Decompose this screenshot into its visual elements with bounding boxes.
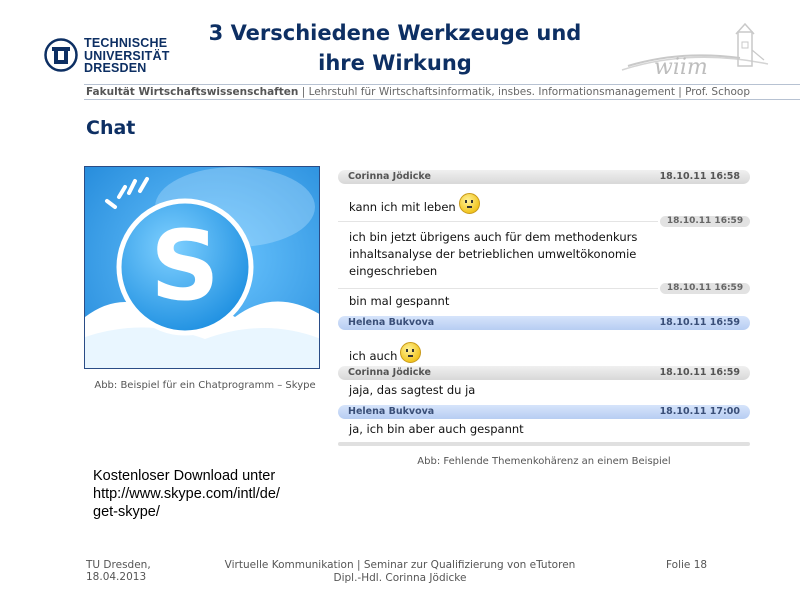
sender-name: Corinna Jödicke [348, 171, 431, 182]
sender-name: Corinna Jödicke [348, 367, 431, 378]
slide-title-line-1: 3 Verschiedene Werkzeuge und [208, 21, 582, 45]
faculty-name: Fakultät Wirtschaftswissenschaften [86, 86, 299, 98]
sender-name: Helena Bukvova [348, 406, 435, 417]
footer-center: Virtuelle Kommunikation | Seminar zur Qu… [190, 559, 610, 585]
message-time: 18.10.11 16:59 [660, 216, 750, 227]
slide-title: 3 Verschiedene Werkzeuge und ihre Wirkun… [170, 18, 620, 78]
section-title: Chat [86, 117, 136, 139]
chat-sender-header: Helena Bukvova 18.10.11 17:00 [338, 405, 750, 419]
svg-text:S: S [150, 210, 219, 322]
faculty-line: Fakultät Wirtschaftswissenschaften | Leh… [86, 86, 750, 98]
chat-sender-header: Corinna Jödicke 18.10.11 16:59 [338, 366, 750, 380]
slide-title-line-2: ihre Wirkung [318, 51, 472, 75]
header-divider-bottom [84, 99, 800, 100]
chat-message: bin mal gespannt [349, 294, 450, 308]
footer-date: 18.04.2013 [86, 571, 147, 583]
chat-sender-header: Helena Bukvova 18.10.11 16:59 [338, 316, 750, 330]
download-link-continued[interactable]: get-skype/ [93, 503, 280, 521]
chat-message: kann ich mit leben [338, 193, 750, 216]
message-time: 18.10.11 16:59 [659, 367, 740, 378]
wiim-logo-text: wiim [654, 55, 708, 80]
message-time: 18.10.11 16:58 [659, 171, 740, 182]
chat-bottom-edge [338, 442, 750, 446]
chat-message: ich bin jetzt übrigens auch für dem meth… [349, 230, 638, 244]
footer-course: Virtuelle Kommunikation | Seminar zur Qu… [224, 559, 576, 571]
logo-line-1: TECHNISCHE [84, 36, 168, 50]
skype-logo-image: S [84, 166, 320, 369]
smiley-icon [400, 342, 422, 363]
chair-name: | Lehrstuhl für Wirtschaftsinformatik, i… [301, 86, 751, 98]
chat-transcript: Corinna Jödicke 18.10.11 16:58 kann ich … [338, 166, 750, 448]
message-text: kann ich mit leben [349, 200, 456, 214]
header-divider-top [84, 84, 800, 85]
sender-name: Helena Bukvova [348, 317, 435, 328]
chat-caption: Abb: Fehlende Themenkohärenz an einem Be… [417, 456, 671, 467]
logo-line-3: DRESDEN [84, 61, 147, 75]
chat-message: ich auch [338, 342, 750, 365]
tu-dresden-logo-icon [44, 38, 78, 72]
footer-author: Dipl.-Hdl. Corinna Jödicke [333, 572, 467, 584]
chat-message: ja, ich bin aber auch gespannt [349, 422, 524, 436]
chat-message: jaja, das sagtest du ja [349, 383, 476, 397]
smiley-icon [458, 193, 480, 214]
message-time: 18.10.11 17:00 [659, 406, 740, 417]
download-note: Kostenloser Download unter http://www.sk… [93, 467, 280, 521]
chat-message: eingeschrieben [349, 264, 438, 278]
wiim-logo-icon: wiim [621, 22, 769, 80]
slide-number: Folie 18 [666, 559, 708, 571]
skype-caption: Abb: Beispiel für ein Chatprogramm – Sky… [94, 380, 316, 391]
footer-left: TU Dresden, 18.04.2013 [86, 559, 151, 583]
download-line-1: Kostenloser Download unter [93, 468, 276, 484]
skype-logo-icon: S [85, 167, 319, 368]
footer-org: TU Dresden, [86, 559, 151, 571]
message-text: ich auch [349, 349, 398, 363]
chat-timestamp-divider: 18.10.11 16:59 [338, 216, 750, 227]
chat-sender-header: Corinna Jödicke 18.10.11 16:58 [338, 170, 750, 184]
message-time: 18.10.11 16:59 [659, 317, 740, 328]
chat-message: inhaltsanalyse der betrieblichen umweltö… [349, 247, 637, 261]
download-link[interactable]: http://www.skype.com/intl/de/ [93, 485, 280, 503]
university-logo-text: TECHNISCHE UNIVERSITÄT DRESDEN [84, 37, 170, 75]
